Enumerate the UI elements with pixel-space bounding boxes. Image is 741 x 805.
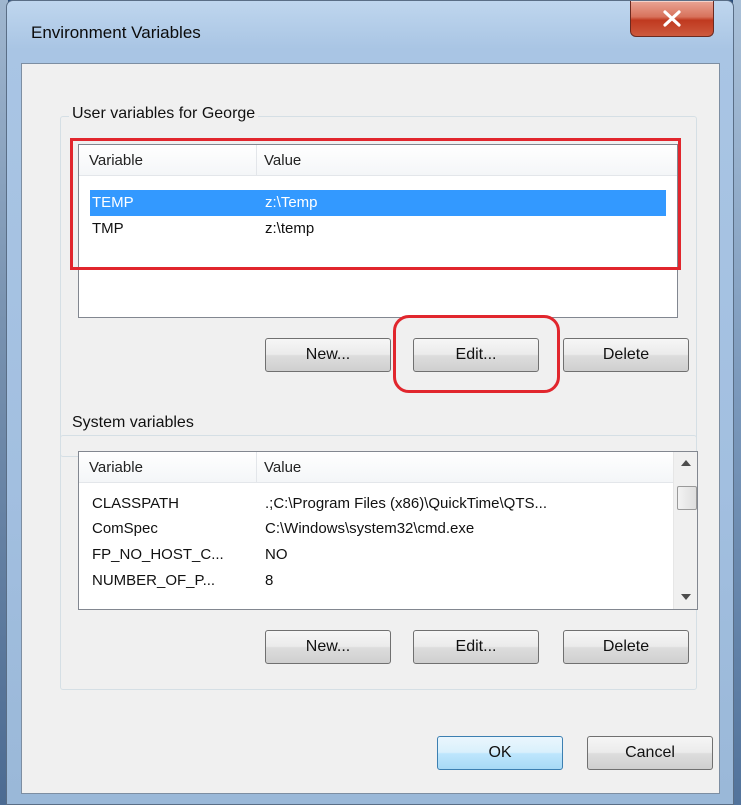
system-edit-button[interactable]: Edit...	[413, 630, 539, 664]
column-separator[interactable]	[256, 452, 257, 482]
system-list-scrollbar[interactable]	[673, 452, 697, 609]
scroll-down-arrow-icon[interactable]	[681, 594, 691, 600]
user-variables-label: User variables for George	[69, 105, 259, 123]
column-header-value[interactable]: Value	[264, 459, 301, 476]
variable-value: z:\Temp	[265, 194, 318, 211]
list-item-classpath[interactable]: CLASSPATH .;C:\Program Files (x86)\Quick…	[90, 491, 670, 517]
variable-name: CLASSPATH	[92, 495, 179, 512]
scroll-up-arrow-icon[interactable]	[681, 460, 691, 466]
environment-variables-dialog: Environment Variables User variables for…	[6, 0, 734, 805]
close-icon	[663, 10, 681, 27]
user-list-header: Variable Value	[79, 145, 677, 176]
list-item-comspec[interactable]: ComSpec C:\Windows\system32\cmd.exe	[90, 516, 670, 542]
variable-name: FP_NO_HOST_C...	[92, 546, 224, 563]
system-delete-button[interactable]: Delete	[563, 630, 689, 664]
system-variables-list[interactable]: Variable Value CLASSPATH .;C:\Program Fi…	[78, 451, 698, 610]
list-item-temp[interactable]: TEMP z:\Temp	[90, 190, 666, 216]
close-button[interactable]	[630, 1, 714, 37]
system-list-header: Variable Value	[79, 452, 673, 483]
column-separator[interactable]	[256, 145, 257, 175]
list-item-fp-no-host[interactable]: FP_NO_HOST_C... NO	[90, 542, 670, 568]
variable-name: TEMP	[92, 194, 134, 211]
variable-value: z:\temp	[265, 220, 315, 237]
system-variables-label: System variables	[69, 414, 197, 432]
list-item-tmp[interactable]: TMP z:\temp	[90, 216, 666, 242]
dialog-title: Environment Variables	[31, 23, 201, 42]
variable-name: TMP	[92, 220, 124, 237]
variable-value: 8	[265, 572, 274, 589]
list-item-number-of-processors[interactable]: NUMBER_OF_P... 8	[90, 568, 670, 594]
variable-value: .;C:\Program Files (x86)\QuickTime\QTS..…	[265, 495, 547, 512]
variable-value: C:\Windows\system32\cmd.exe	[265, 520, 475, 537]
column-header-variable[interactable]: Variable	[89, 152, 143, 169]
variable-name: ComSpec	[92, 520, 158, 537]
column-header-variable[interactable]: Variable	[89, 459, 143, 476]
title-bar[interactable]: Environment Variables	[7, 1, 733, 63]
user-delete-button[interactable]: Delete	[563, 338, 689, 372]
variable-value: NO	[265, 546, 288, 563]
scrollbar-thumb[interactable]	[677, 486, 697, 510]
variable-name: NUMBER_OF_P...	[92, 572, 216, 589]
desktop-background-right	[733, 0, 741, 805]
user-edit-button[interactable]: Edit...	[413, 338, 539, 372]
column-header-value[interactable]: Value	[264, 152, 301, 169]
dialog-client-area: User variables for George Variable Value…	[21, 63, 720, 794]
system-new-button[interactable]: New...	[265, 630, 391, 664]
ok-button[interactable]: OK	[437, 736, 563, 770]
cancel-button[interactable]: Cancel	[587, 736, 713, 770]
user-variables-list[interactable]: Variable Value TEMP z:\Temp TMP z:\temp	[78, 144, 678, 318]
user-new-button[interactable]: New...	[265, 338, 391, 372]
